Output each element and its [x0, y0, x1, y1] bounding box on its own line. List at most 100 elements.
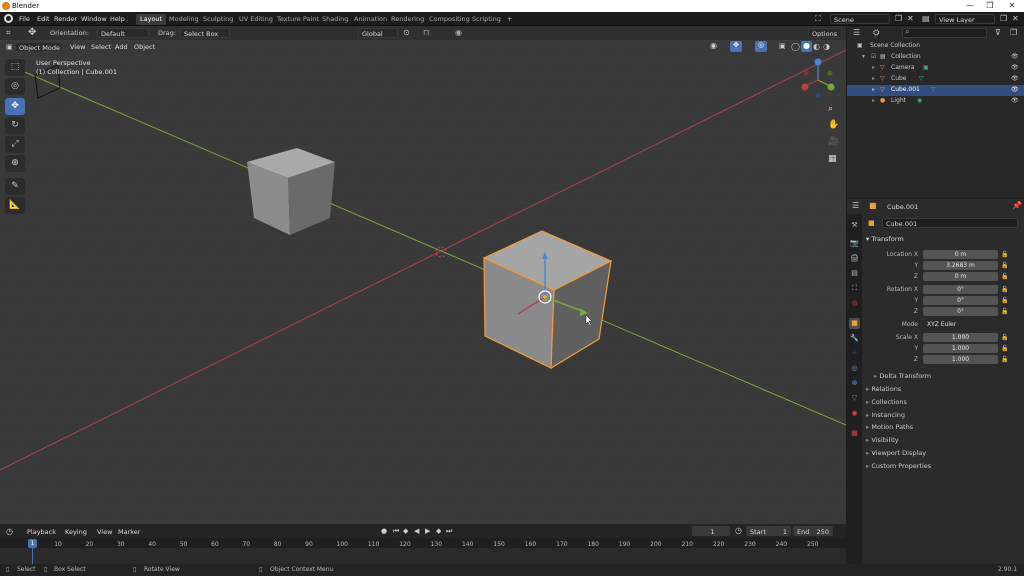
xray-icon[interactable]: ▣ [779, 42, 786, 50]
visibility-icon[interactable]: ◉ [710, 41, 717, 50]
new-collection-icon[interactable]: ❐ [1010, 28, 1017, 37]
menu-window[interactable]: Window [78, 14, 110, 24]
end-frame-field[interactable]: End 250 [793, 526, 833, 536]
transform-tool-icon[interactable]: ⊕ [5, 155, 25, 172]
timeline-area[interactable] [0, 548, 846, 564]
viewport-scene[interactable] [0, 40, 846, 524]
tab-layout[interactable]: Layout [136, 14, 167, 25]
lock-icon[interactable]: 🔓 [1001, 297, 1008, 304]
tab-texture-paint[interactable]: Texture Paint [273, 14, 323, 25]
tab-modeling[interactable]: Modeling [165, 14, 203, 25]
menu-render[interactable]: Render [51, 14, 80, 24]
render-tab-icon[interactable]: 📷 [849, 238, 860, 249]
current-frame-field[interactable]: 1 [692, 526, 730, 536]
move-tool-icon[interactable]: ✥ [28, 27, 36, 38]
outliner-search-input[interactable] [902, 28, 987, 38]
lock-icon[interactable]: 🔓 [1001, 345, 1008, 352]
camera-view-icon[interactable]: 🎥 [828, 137, 839, 147]
rotate-tool-icon[interactable]: ↻ [5, 117, 25, 134]
menu-help[interactable]: Help [107, 14, 128, 24]
lock-icon[interactable]: 🔓 [1001, 251, 1008, 258]
eye-icon[interactable]: 👁 [1011, 96, 1019, 107]
timeline-menu-playback[interactable]: Playback [24, 527, 59, 537]
outliner-item-light[interactable]: ▸ ● Light ◉ 👁 [847, 96, 1024, 107]
tab-uv-editing[interactable]: UV Editing [235, 14, 277, 25]
expand-arrow-icon[interactable]: ▸ [872, 74, 875, 85]
rendered-shading-icon[interactable]: ◑ [823, 42, 830, 51]
checkbox-icon[interactable]: ☑ [871, 52, 876, 63]
tab-compositing[interactable]: Compositing [425, 14, 474, 25]
texture-tab-icon[interactable]: ▦ [849, 428, 860, 439]
minimize-button[interactable]: — [960, 0, 980, 12]
jump-end-icon[interactable]: ⏭ [446, 527, 452, 536]
relations-section[interactable]: Relations [866, 385, 901, 393]
snap-icon[interactable]: ⊓ [423, 28, 429, 37]
scale-tool-icon[interactable]: ⤢ [5, 136, 25, 153]
viewport-menu-view[interactable]: View [67, 42, 88, 52]
viewport-display-section[interactable]: Viewport Display [866, 449, 926, 457]
gizmo-toggle-icon[interactable]: ✥ [730, 41, 742, 52]
scale-y-field[interactable]: 1.000 [923, 344, 998, 353]
outliner-item-cube[interactable]: ▸ ▽ Cube ▽ 👁 [847, 74, 1024, 85]
filter-icon[interactable]: ⊽ [995, 28, 1001, 37]
viewport-menu-add[interactable]: Add [112, 42, 131, 52]
play-reverse-icon[interactable]: ◀ [414, 527, 419, 535]
add-workspace-button[interactable]: + [503, 14, 516, 25]
outliner-item-cube-001[interactable]: ▸ ▽ Cube.001 ▽ 👁 [847, 85, 1024, 96]
rotation-y-field[interactable]: 0° [923, 296, 998, 305]
properties-editor-icon[interactable]: ☰ [852, 201, 859, 210]
menu-file[interactable]: File [16, 14, 33, 24]
menu-edit[interactable]: Edit [34, 14, 53, 24]
outliner-editor-icon[interactable]: ☰ [853, 28, 860, 37]
expand-arrow-icon[interactable]: ▾ [862, 52, 865, 63]
3d-viewport[interactable]: ▣ Object Mode View Select Add Object ◉ ✥… [0, 40, 846, 524]
material-tab-icon[interactable]: ◉ [849, 408, 860, 419]
blender-menu-icon[interactable] [4, 14, 13, 23]
viewport-menu-object[interactable]: Object [131, 42, 158, 52]
wireframe-shading-icon[interactable]: ◯ [791, 42, 800, 51]
lock-icon[interactable]: 🔓 [1001, 308, 1008, 315]
proportional-editing-icon[interactable]: ◉ [455, 28, 462, 37]
delta-transform-section[interactable]: Delta Transform [874, 372, 931, 380]
eye-icon[interactable]: 👁 [1011, 74, 1019, 85]
eye-icon[interactable]: 👁 [1011, 63, 1019, 74]
tab-shading[interactable]: Shading [318, 14, 352, 25]
transform-orientation-dropdown[interactable]: Global [358, 28, 398, 38]
scale-x-field[interactable]: 1.000 [923, 333, 998, 342]
remove-view-layer-icon[interactable]: ✕ [1012, 14, 1019, 23]
move-tool-button[interactable]: ✥ [5, 98, 25, 115]
collections-section[interactable]: Collections [866, 398, 907, 406]
play-icon[interactable]: ▶ [425, 527, 430, 535]
view-layer-icon[interactable]: ▤ [922, 14, 930, 23]
timeline-editor-icon[interactable]: ◷ [6, 527, 13, 536]
instancing-section[interactable]: Instancing [866, 411, 905, 419]
lock-icon[interactable]: 🔓 [1001, 334, 1008, 341]
material-shading-icon[interactable]: ◐ [813, 42, 820, 51]
new-scene-icon[interactable]: ❐ [895, 14, 902, 23]
view-layer-selector[interactable]: View Layer [935, 14, 995, 24]
annotate-tool-icon[interactable]: ✎ [5, 178, 25, 195]
eye-icon[interactable]: 👁 [1011, 85, 1019, 96]
object-mode-dropdown[interactable]: Object Mode [15, 42, 63, 52]
object-name-field[interactable]: Cube.001 [882, 218, 1018, 228]
playhead[interactable]: 1 [28, 539, 37, 548]
solid-shading-icon[interactable]: ● [801, 41, 812, 52]
scale-z-field[interactable]: 1.000 [923, 355, 998, 364]
motion-paths-section[interactable]: Motion Paths [866, 423, 913, 431]
rotation-z-field[interactable]: 0° [923, 307, 998, 316]
orientation-dropdown[interactable]: Default [97, 28, 149, 38]
jump-start-icon[interactable]: ⏮ [393, 527, 399, 536]
eye-icon[interactable]: 👁 [1011, 52, 1019, 63]
outliner-item-camera[interactable]: ▸ ▽ Camera ▣ 👁 [847, 63, 1024, 74]
next-keyframe-icon[interactable]: ◆ [436, 527, 441, 535]
data-tab-icon[interactable]: ▽ [849, 393, 860, 404]
location-x-field[interactable]: 0 m [923, 250, 998, 259]
overlay-toggle-icon[interactable]: ◎ [755, 41, 767, 52]
location-y-field[interactable]: 3.2683 m [923, 261, 998, 270]
outliner-item-collection[interactable]: ▾ ☑ ▤ Collection 👁 [847, 52, 1024, 63]
drag-dropdown[interactable]: Select Box [180, 28, 230, 38]
tool-tab-icon[interactable]: ⚒ [849, 220, 860, 231]
timeline-menu-keying[interactable]: Keying [62, 527, 90, 537]
rotation-mode-dropdown[interactable]: XYZ Euler [923, 320, 998, 329]
lock-icon[interactable]: 🔓 [1001, 286, 1008, 293]
